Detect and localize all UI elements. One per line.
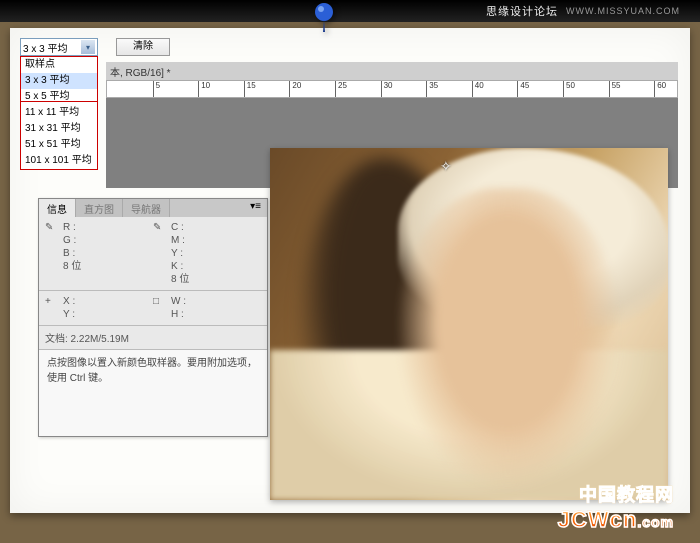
info-panel: 信息 直方图 导航器 ▾≡ ✎ R : G : B : 8 位 ✎ C : M : … — [38, 198, 268, 437]
canvas-image[interactable]: ✧ — [270, 148, 668, 500]
sample-size-dropdown: 取样点 3 x 3 平均 5 x 5 平均 11 x 11 平均 31 x 31… — [20, 56, 98, 170]
r-label: R : — [63, 221, 76, 234]
ruler-tick: 15 — [244, 81, 256, 97]
watermark-cn: 中国教程网 — [579, 481, 674, 507]
dropdown-item[interactable]: 31 x 31 平均 — [21, 121, 97, 137]
x-label: X : — [63, 295, 75, 308]
watermark-ext: com — [642, 514, 674, 530]
eyedropper-icon: ✎ — [153, 221, 167, 234]
tab-info[interactable]: 信息 — [39, 199, 76, 217]
dropdown-item[interactable]: 3 x 3 平均 — [21, 73, 97, 89]
chevron-down-icon: ▾ — [81, 40, 95, 54]
color-sampler-cursor: ✧ — [440, 158, 454, 172]
ruler-tick: 5 — [153, 81, 160, 97]
info-panel-tabs: 信息 直方图 导航器 ▾≡ — [39, 199, 267, 217]
watermark-domain: JCWcn.com — [558, 507, 674, 533]
crosshair-icon: + — [45, 295, 59, 308]
k-label: K : — [171, 260, 183, 273]
g-label: G : — [63, 234, 76, 247]
pushpin-icon — [310, 2, 338, 41]
site-name: 思缘设计论坛 — [486, 3, 558, 19]
dropdown-item[interactable]: 取样点 — [21, 57, 97, 73]
ruler-tick: 60 — [654, 81, 666, 97]
watermark-main: JCWcn — [558, 507, 638, 532]
m-label: M : — [171, 234, 185, 247]
document-tab-bar: 本, RGB/16] * — [106, 62, 678, 80]
w-label: W : — [171, 295, 186, 308]
photo-hat-region — [398, 148, 668, 328]
doc-size: 文档: 2.22M/5.19M — [39, 326, 267, 350]
color-readout: ✎ R : G : B : 8 位 ✎ C : M : Y : K : 8 位 — [39, 217, 267, 291]
dropdown-highlight-border — [20, 101, 98, 102]
ruler-tick: 25 — [335, 81, 347, 97]
bit-depth: 8 位 — [63, 260, 81, 273]
site-url: WWW.MISSYUAN.COM — [566, 6, 680, 16]
ruler-tick: 10 — [198, 81, 210, 97]
doc-size-value: 文档: 2.22M/5.19M — [45, 330, 129, 345]
position-readout: + X : Y : □ W : H : — [39, 291, 267, 326]
bit-depth: 8 位 — [171, 273, 189, 286]
ruler-tick: 50 — [563, 81, 575, 97]
clear-button[interactable]: 清除 — [116, 38, 170, 56]
info-hint: 点按图像以置入新颜色取样器。要用附加选项，使用 Ctrl 键。 — [39, 350, 267, 436]
tab-navigator[interactable]: 导航器 — [123, 199, 170, 217]
sample-size-value: 3 x 3 平均 — [23, 40, 67, 55]
ruler-tick: 45 — [517, 81, 529, 97]
c-label: C : — [171, 221, 184, 234]
ruler-tick: 30 — [381, 81, 393, 97]
photo-sweater-region — [270, 350, 668, 500]
dimensions-icon: □ — [153, 295, 167, 308]
ruler-tick: 55 — [609, 81, 621, 97]
dropdown-item[interactable]: 11 x 11 平均 — [21, 105, 97, 121]
document-tab[interactable]: 本, RGB/16] * — [110, 64, 171, 79]
y-label: Y : — [171, 247, 183, 260]
tab-histogram[interactable]: 直方图 — [76, 199, 123, 217]
dropdown-item[interactable]: 5 x 5 平均 — [21, 89, 97, 105]
h-label: H : — [171, 308, 184, 321]
panel-menu-icon[interactable]: ▾≡ — [244, 199, 267, 217]
dropdown-item[interactable]: 51 x 51 平均 — [21, 137, 97, 153]
sample-size-select[interactable]: 3 x 3 平均 ▾ — [20, 38, 98, 56]
ruler-tick: 40 — [472, 81, 484, 97]
dropdown-item[interactable]: 101 x 101 平均 — [21, 153, 97, 169]
site-header: 思缘设计论坛 WWW.MISSYUAN.COM — [0, 0, 700, 22]
b-label: B : — [63, 247, 75, 260]
eyedropper-icon: ✎ — [45, 221, 59, 234]
ruler-tick: 20 — [289, 81, 301, 97]
ruler-tick: 35 — [426, 81, 438, 97]
y-label: Y : — [63, 308, 75, 321]
options-bar: 3 x 3 平均 ▾ 清除 — [20, 38, 170, 56]
horizontal-ruler: 5 10 15 20 25 30 35 40 45 50 55 60 — [106, 80, 678, 98]
paper-frame: 3 x 3 平均 ▾ 清除 取样点 3 x 3 平均 5 x 5 平均 11 x… — [10, 28, 690, 513]
